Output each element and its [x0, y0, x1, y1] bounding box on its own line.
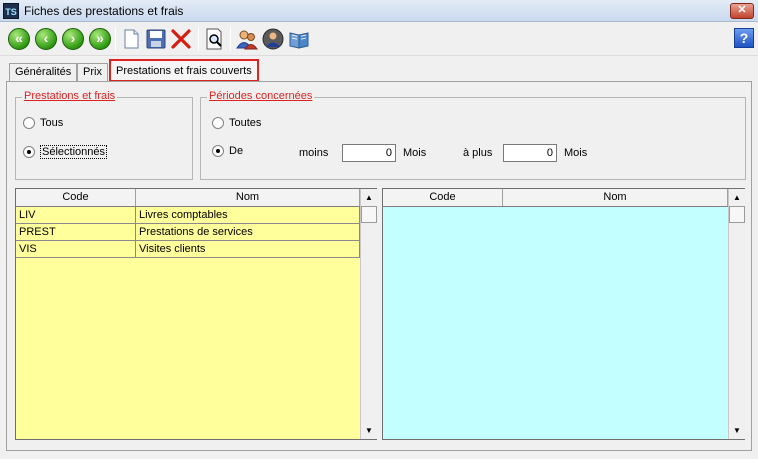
right-grid-header-code[interactable]: Code — [383, 189, 503, 206]
right-grid: Code Nom ▲ ▼ — [382, 188, 745, 440]
periodes-group: Périodes concernées Toutes De moins 0 Mo… — [200, 90, 746, 180]
contacts-button[interactable] — [236, 28, 258, 50]
left-grid-scrollbar[interactable]: ▲ ▼ — [360, 189, 377, 439]
print-preview-icon — [206, 28, 222, 50]
radio-selectionnes-dot[interactable] — [23, 146, 35, 158]
left-grid-cell-code[interactable]: VIS — [16, 241, 136, 258]
save-button[interactable] — [145, 28, 167, 50]
moins-mois-input[interactable]: 0 — [342, 144, 396, 162]
mois-label-1: Mois — [403, 147, 427, 159]
new-document-icon — [124, 29, 139, 49]
tab-panel: Prestations et frais Tous Sélectionnés P… — [6, 81, 752, 451]
plus-mois-input[interactable]: 0 — [503, 144, 557, 162]
prestations-group-legend: Prestations et frais — [22, 90, 118, 102]
moins-label: moins — [299, 147, 329, 159]
new-document-button[interactable] — [120, 28, 142, 50]
left-grid-cell-nom[interactable]: Prestations de services — [136, 224, 360, 241]
toolbar-separator — [198, 27, 199, 51]
radio-de-dot[interactable] — [212, 145, 224, 157]
save-icon — [146, 29, 166, 49]
right-grid-header: Code Nom — [383, 189, 728, 207]
table-row[interactable]: LIV Livres comptables — [16, 207, 360, 224]
scroll-up-arrow-icon[interactable]: ▲ — [729, 189, 745, 206]
book-icon — [289, 32, 309, 49]
previous-record-button[interactable]: ‹ — [35, 28, 57, 50]
periodes-group-legend: Périodes concernées — [207, 90, 315, 102]
last-record-button[interactable]: » — [89, 28, 111, 50]
a-plus-label: à plus — [463, 147, 493, 159]
app-icon: TS — [3, 3, 19, 19]
left-grid-header-nom[interactable]: Nom — [136, 189, 360, 206]
left-grid: Code Nom LIV Livres comptables PREST Pre… — [15, 188, 377, 440]
delete-icon — [171, 29, 191, 49]
next-record-button[interactable]: › — [62, 28, 84, 50]
radio-toutes-label: Toutes — [229, 117, 262, 129]
right-grid-scroll-thumb[interactable] — [729, 206, 745, 223]
tab-prestations-et-frais-couverts[interactable]: Prestations et frais couverts — [109, 59, 259, 82]
prestations-group: Prestations et frais Tous Sélectionnés — [15, 90, 193, 180]
close-button[interactable]: ✕ — [730, 3, 754, 19]
radio-selectionnes[interactable]: Sélectionnés — [23, 145, 107, 159]
scroll-up-arrow-icon[interactable]: ▲ — [361, 189, 377, 206]
tab-strip: Généralités Prix Prestations et frais co… — [0, 56, 758, 82]
window-title: Fiches des prestations et frais — [24, 4, 184, 18]
preview-button[interactable] — [204, 28, 226, 50]
left-grid-cell-code[interactable]: PREST — [16, 224, 136, 241]
radio-selectionnes-label: Sélectionnés — [40, 145, 107, 159]
left-grid-scroll-thumb[interactable] — [361, 206, 377, 223]
toolbar-separator — [230, 27, 231, 51]
title-bar: TS Fiches des prestations et frais ✕ — [0, 0, 758, 22]
right-grid-scrollbar[interactable]: ▲ ▼ — [728, 189, 745, 439]
left-grid-header: Code Nom — [16, 189, 360, 207]
radio-toutes-dot[interactable] — [212, 117, 224, 129]
user-profile-button[interactable] — [262, 28, 284, 50]
users-icon — [236, 30, 258, 50]
radio-tous-dot[interactable] — [23, 117, 35, 129]
toolbar: « ‹ › » ? — [0, 22, 758, 56]
radio-toutes[interactable]: Toutes — [212, 117, 261, 129]
book-button[interactable] — [288, 28, 310, 50]
mois-label-2: Mois — [564, 147, 588, 159]
radio-de[interactable]: De — [212, 145, 243, 157]
radio-tous[interactable]: Tous — [23, 117, 63, 129]
scroll-down-arrow-icon[interactable]: ▼ — [729, 422, 745, 439]
right-grid-header-nom[interactable]: Nom — [503, 189, 728, 206]
toolbar-separator — [115, 27, 116, 51]
table-row[interactable]: PREST Prestations de services — [16, 224, 360, 241]
left-grid-header-code[interactable]: Code — [16, 189, 136, 206]
radio-de-label: De — [229, 145, 244, 157]
first-record-button[interactable]: « — [8, 28, 30, 50]
tab-generalites[interactable]: Généralités — [9, 63, 78, 82]
delete-button[interactable] — [170, 28, 192, 50]
left-grid-cell-nom[interactable]: Visites clients — [136, 241, 360, 258]
tab-prix[interactable]: Prix — [77, 63, 108, 82]
user-avatar-icon — [262, 28, 284, 50]
table-row[interactable]: VIS Visites clients — [16, 241, 360, 258]
scroll-down-arrow-icon[interactable]: ▼ — [361, 422, 377, 439]
left-grid-cell-nom[interactable]: Livres comptables — [136, 207, 360, 224]
radio-tous-label: Tous — [40, 117, 64, 129]
help-button[interactable]: ? — [734, 28, 754, 48]
left-grid-cell-code[interactable]: LIV — [16, 207, 136, 224]
